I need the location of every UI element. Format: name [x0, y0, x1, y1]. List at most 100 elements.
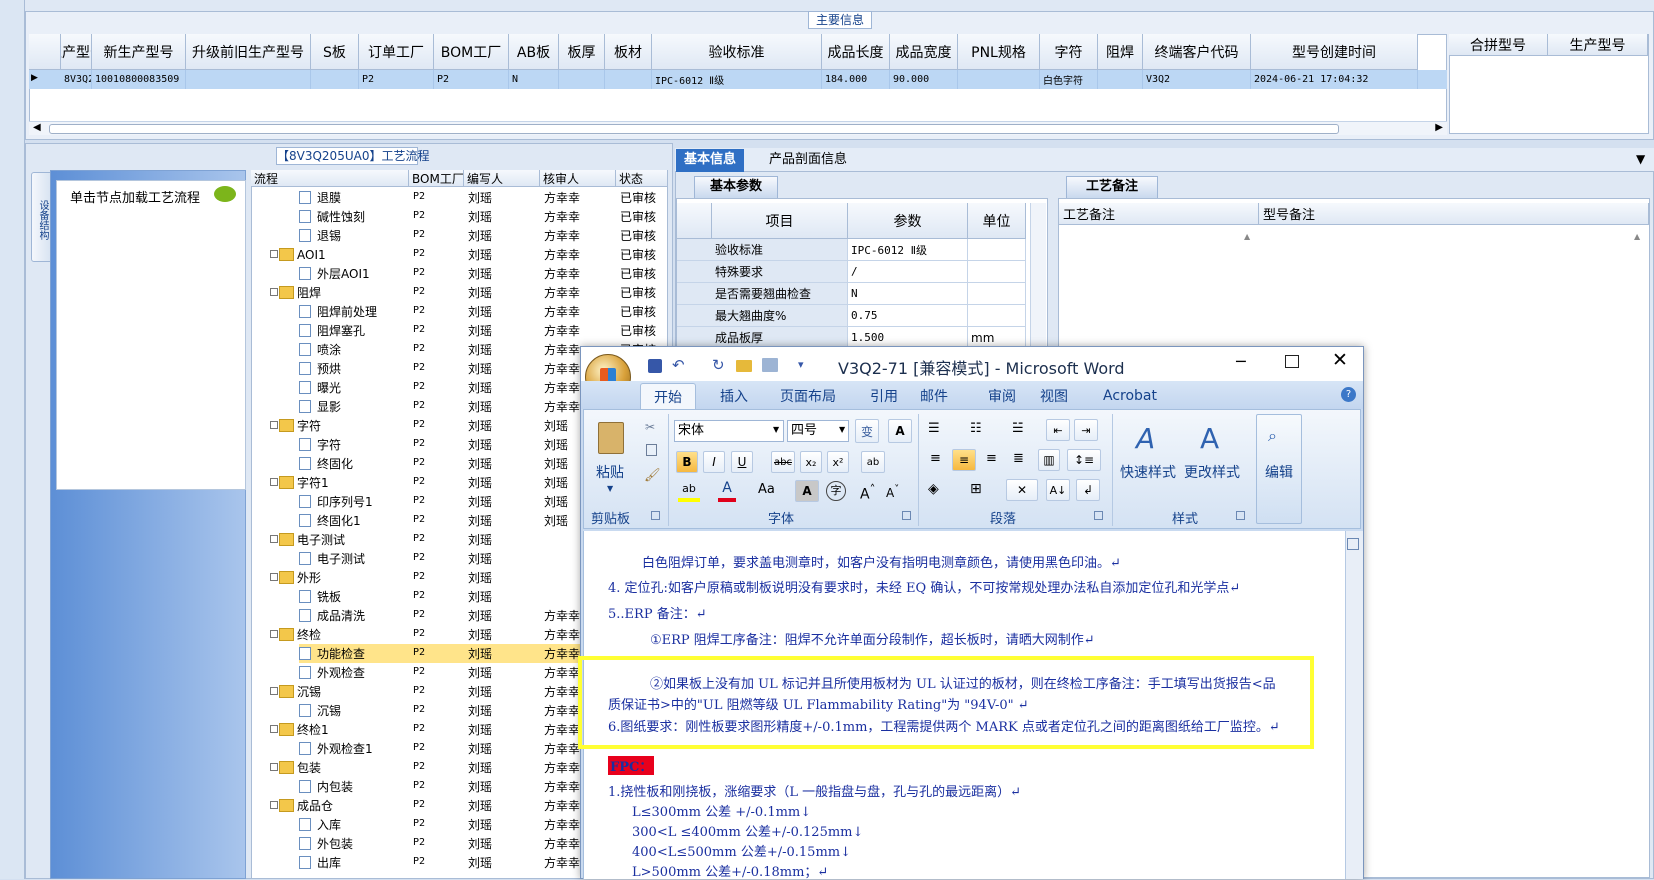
cell[interactable]: 90.000 [890, 70, 958, 89]
format-painter-icon[interactable]: 🖌 [644, 468, 661, 483]
align-left-icon[interactable]: ≡ [930, 451, 941, 466]
ribbon-tab[interactable]: 审阅 [974, 383, 1030, 409]
strikethrough-button[interactable]: abc [771, 451, 795, 473]
ribbon-tab[interactable]: 开始 [640, 383, 696, 409]
subscript-button[interactable]: x₂ [800, 451, 822, 473]
help-icon[interactable]: ? [1341, 387, 1356, 402]
tree-node-label[interactable]: 退锡 [317, 226, 409, 245]
subtab-basic-params[interactable]: 基本参数 [694, 176, 778, 198]
undo-icon[interactable]: ↶ [672, 356, 685, 374]
tree-node-label[interactable]: 外形 [297, 568, 409, 587]
asian-layout-button[interactable]: ✕ [1006, 479, 1038, 501]
column-header[interactable]: 生产型号 [61, 34, 92, 70]
ribbon-tab[interactable]: 引用 [856, 383, 912, 409]
tree-column-header[interactable]: 核审人 [540, 170, 616, 187]
column-header[interactable]: 升级前旧生产型号 [186, 34, 311, 70]
styles-launcher-icon[interactable] [1236, 511, 1245, 520]
tree-column-header[interactable]: 状态 [616, 170, 668, 187]
maximize-button[interactable] [1285, 355, 1299, 368]
tree-node-label[interactable]: 碱性蚀刻 [317, 207, 409, 226]
cell[interactable]: N [509, 70, 559, 89]
ruler-toggle-icon[interactable] [1347, 538, 1359, 550]
change-case-icon[interactable]: Aa [758, 482, 775, 497]
collapse-toggle-icon[interactable] [270, 288, 278, 296]
phonetic-guide-button[interactable]: 变 [855, 419, 879, 443]
tree-node-label[interactable]: 终检1 [297, 720, 409, 739]
paste-label[interactable]: 粘贴 [596, 462, 624, 482]
param-column-header[interactable]: 参数 [848, 203, 968, 239]
quick-styles-icon[interactable]: A [1136, 422, 1155, 455]
tree-node-label[interactable]: 阻焊前处理 [317, 302, 409, 321]
scroll-up-icon[interactable]: ▲ [1634, 232, 1640, 241]
highlight-icon[interactable]: ab [678, 482, 700, 502]
increase-indent-button[interactable]: ⇥ [1074, 419, 1098, 441]
column-header[interactable]: 终端客户代码 [1143, 34, 1251, 70]
tab-dropdown-icon[interactable]: ▼ [1636, 152, 1645, 166]
tree-node-label[interactable]: 包装 [297, 758, 409, 777]
tree-node-label[interactable]: 铣板 [317, 587, 409, 606]
scroll-up-icon[interactable]: ▲ [1244, 232, 1250, 241]
grow-font-icon[interactable]: A˄ [860, 482, 875, 503]
close-button[interactable]: ✕ [1332, 349, 1348, 371]
cell[interactable] [1098, 70, 1143, 89]
qat-customize-icon[interactable]: ▾ [798, 358, 804, 371]
cell[interactable] [559, 70, 605, 89]
align-right-icon[interactable]: ≡ [986, 451, 997, 466]
open-icon[interactable] [736, 360, 752, 372]
cell[interactable]: 184.000 [822, 70, 890, 89]
scroll-left-icon[interactable]: ◀ [33, 122, 41, 133]
tree-node-label[interactable]: 外层AOI1 [317, 264, 409, 283]
font-name-arrow-icon[interactable]: ▼ [773, 425, 779, 434]
save-icon[interactable] [648, 359, 662, 373]
tree-column-header[interactable]: BOM工厂 [409, 170, 464, 187]
tree-node-label[interactable]: 退膜 [317, 188, 409, 207]
tree-node-label[interactable]: 出库 [317, 853, 409, 872]
tree-node-label[interactable]: 成品仓 [297, 796, 409, 815]
paste-icon[interactable] [598, 422, 624, 454]
find-icon[interactable]: ⌕ [1268, 426, 1277, 446]
params-scrollbar[interactable] [1030, 203, 1046, 348]
param-cell[interactable]: N [848, 283, 968, 305]
collapse-toggle-icon[interactable] [270, 801, 278, 809]
param-cell[interactable] [968, 261, 1026, 283]
subtab-process-remarks[interactable]: 工艺备注 [1066, 176, 1158, 198]
tree-column-header[interactable]: 编写人 [464, 170, 540, 187]
param-cell[interactable]: 0.75 [848, 305, 968, 327]
scroll-right-icon[interactable]: ▶ [1435, 122, 1443, 133]
column-header[interactable]: 新生产型号 [92, 34, 186, 70]
tree-node-label[interactable]: 字符 [297, 416, 409, 435]
clear-format-button[interactable]: ab [861, 451, 885, 473]
paste-arrow-icon[interactable]: ▼ [607, 484, 613, 493]
cell[interactable]: V3Q2 [1143, 70, 1251, 89]
tree-node-label[interactable]: 外包装 [317, 834, 409, 853]
underline-button[interactable]: U [731, 451, 753, 473]
cell[interactable]: 10010800083509 [92, 70, 186, 89]
quick-styles-label[interactable]: 快速样式 [1120, 462, 1176, 482]
column-header[interactable]: 板厚 [559, 34, 605, 70]
tree-node-label[interactable]: AOI1 [297, 245, 409, 264]
side-tab-device[interactable]: 设备结构 [31, 172, 51, 262]
tree-node-label[interactable]: 电子测试 [297, 530, 409, 549]
superscript-button[interactable]: x² [827, 451, 849, 473]
bullets-icon[interactable]: ☰ [928, 421, 940, 436]
tree-node-label[interactable]: 电子测试 [317, 549, 409, 568]
column-header[interactable]: 阻焊 [1098, 34, 1143, 70]
tree-node-label[interactable]: 印序列号1 [317, 492, 409, 511]
edit-label[interactable]: 编辑 [1265, 462, 1293, 482]
char-shading-button[interactable]: A [795, 480, 819, 502]
collapse-toggle-icon[interactable] [270, 421, 278, 429]
paragraph-launcher-icon[interactable] [1094, 511, 1103, 520]
tree-node-label[interactable]: 阻焊塞孔 [317, 321, 409, 340]
column-header[interactable]: 板材 [605, 34, 652, 70]
param-cell[interactable]: 是否需要翘曲检查 [712, 283, 848, 305]
shrink-font-icon[interactable]: A˅ [886, 484, 899, 500]
tree-node-label[interactable]: 沉锡 [297, 682, 409, 701]
tree-node-label[interactable]: 曝光 [317, 378, 409, 397]
cell[interactable]: P2 [434, 70, 509, 89]
tree-node-label[interactable]: 终固化1 [317, 511, 409, 530]
tree-column-header[interactable]: 流程 [251, 170, 409, 187]
column-header[interactable]: S板 [311, 34, 359, 70]
collapse-toggle-icon[interactable] [270, 573, 278, 581]
font-launcher-icon[interactable] [902, 511, 911, 520]
cell[interactable]: P2 [359, 70, 434, 89]
